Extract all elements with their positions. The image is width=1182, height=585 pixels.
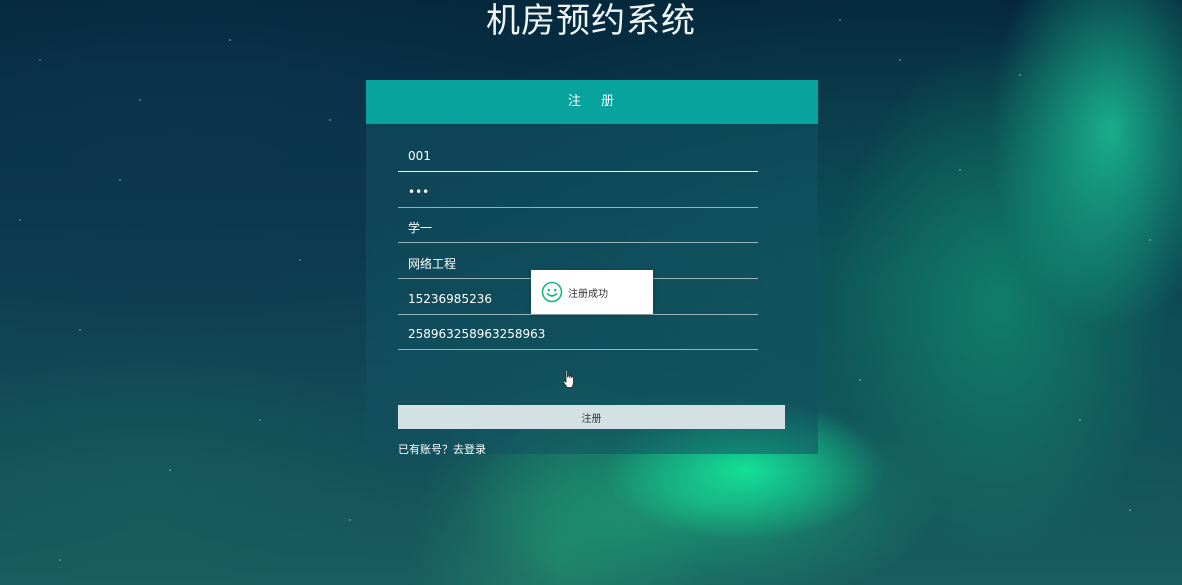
- password-field: [398, 179, 758, 208]
- password-input[interactable]: [398, 179, 758, 205]
- page-title: 机房预约系统: [486, 1, 696, 41]
- id-number-field: [398, 321, 758, 350]
- account-input[interactable]: [398, 143, 758, 169]
- toast-message: 注册成功: [568, 288, 608, 300]
- register-panel: 注 册 注册 已有账号？去登录: [366, 80, 818, 457]
- name-field: [398, 214, 758, 243]
- account-field: [398, 143, 758, 172]
- name-input[interactable]: [398, 214, 758, 240]
- success-toast: 注册成功: [531, 270, 653, 314]
- id-number-input[interactable]: [398, 321, 758, 347]
- panel-title: 注 册: [366, 80, 818, 124]
- login-link[interactable]: 已有账号？去登录: [398, 441, 486, 457]
- smile-icon: [541, 281, 563, 303]
- register-button[interactable]: 注册: [398, 405, 785, 429]
